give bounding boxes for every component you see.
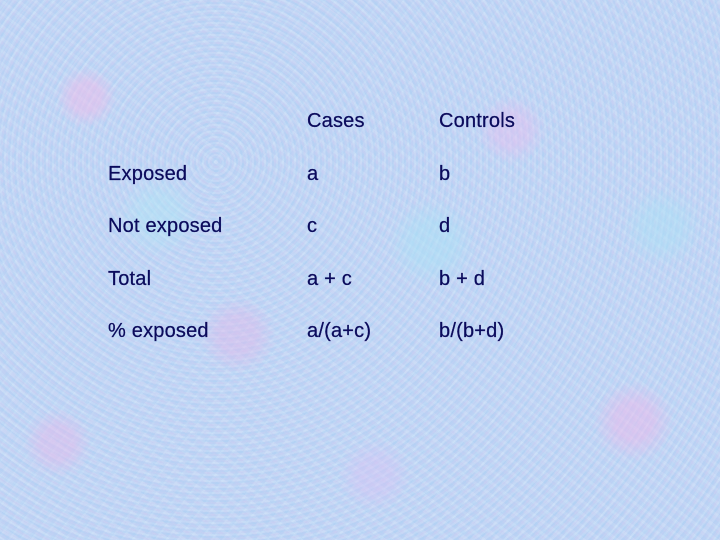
cell-not-exposed-cases: c — [307, 215, 318, 237]
column-header-controls: Controls — [439, 110, 516, 132]
slide: Cases Controls Exposed a b Not exposed c… — [0, 0, 720, 540]
cell-percent-exposed-controls: b/(b+d) — [439, 320, 505, 342]
row-label-total: Total — [108, 268, 152, 290]
cell-exposed-cases: a — [307, 163, 319, 185]
row-label-exposed: Exposed — [108, 163, 188, 185]
row-label-not-exposed: Not exposed — [108, 215, 223, 237]
row-label-percent-exposed: % exposed — [108, 320, 209, 342]
column-header-cases: Cases — [307, 110, 365, 132]
cell-percent-exposed-cases: a/(a+c) — [307, 320, 372, 342]
cell-exposed-controls: b — [439, 163, 451, 185]
cell-total-cases: a + c — [307, 268, 352, 290]
cell-total-controls: b + d — [439, 268, 486, 290]
cell-not-exposed-controls: d — [439, 215, 451, 237]
